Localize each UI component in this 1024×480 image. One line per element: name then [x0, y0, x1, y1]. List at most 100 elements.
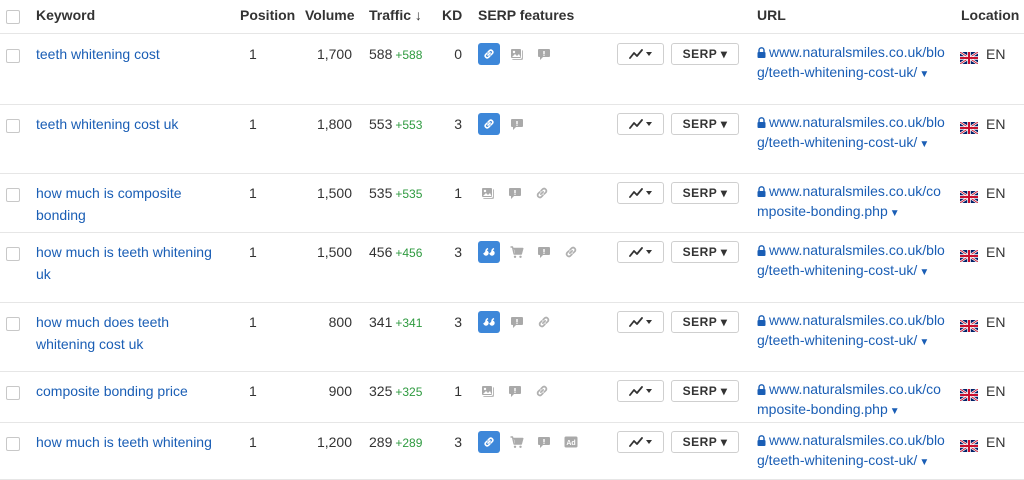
- location-label: EN: [986, 185, 1006, 201]
- col-position-header[interactable]: Position: [240, 7, 295, 23]
- position-value: 1: [249, 46, 257, 62]
- col-keyword-header[interactable]: Keyword: [36, 7, 95, 23]
- caret-down-icon[interactable]: ▼: [919, 69, 929, 80]
- trend-chart-button[interactable]: [617, 113, 664, 135]
- shopping-icon[interactable]: [507, 242, 527, 262]
- location-label: EN: [986, 383, 1006, 399]
- shopping-icon[interactable]: [507, 432, 527, 452]
- row-checkbox[interactable]: [6, 119, 20, 133]
- row-checkbox[interactable]: [6, 188, 20, 202]
- kd-value: 3: [454, 434, 462, 450]
- col-serp-features-header[interactable]: SERP features: [478, 7, 574, 23]
- col-location-header[interactable]: Location: [961, 7, 1019, 23]
- serp-button[interactable]: SERP ▾: [671, 431, 739, 453]
- featured-snippet-icon[interactable]: [478, 311, 500, 333]
- caret-down-icon[interactable]: ▼: [919, 457, 929, 468]
- traffic-number: 553: [369, 116, 393, 132]
- image-pack-icon[interactable]: [507, 44, 527, 64]
- url-link[interactable]: www.naturalsmiles.co.uk/composite-bondin…: [757, 380, 947, 421]
- sitelinks-icon[interactable]: [478, 113, 500, 135]
- table-row: teeth whitening cost 1 1,700 588 +588 0 SERP ▾…: [0, 35, 1024, 105]
- trend-chart-button[interactable]: [617, 311, 664, 333]
- url-link[interactable]: www.naturalsmiles.co.uk/blog/teeth-white…: [757, 431, 947, 472]
- link-icon[interactable]: [532, 183, 552, 203]
- keyword-link[interactable]: composite bonding price: [36, 380, 226, 402]
- traffic-value: 588 +588: [369, 43, 422, 66]
- serp-features: [478, 43, 561, 65]
- table-row: teeth whitening cost uk 1 1,800 553 +553 3 SER…: [0, 105, 1024, 174]
- ad-icon[interactable]: Ad: [561, 432, 581, 452]
- caret-down-icon[interactable]: ▼: [919, 337, 929, 348]
- caret-down-icon[interactable]: ▼: [890, 208, 900, 219]
- table-row: composite bonding price 1 900 325 +325 1 SERP …: [0, 372, 1024, 423]
- url-link[interactable]: www.naturalsmiles.co.uk/blog/teeth-white…: [757, 43, 947, 84]
- people-also-ask-icon[interactable]: [505, 381, 525, 401]
- caret-down-icon[interactable]: ▼: [919, 267, 929, 278]
- serp-button[interactable]: SERP ▾: [671, 380, 739, 402]
- row-checkbox[interactable]: [6, 317, 20, 331]
- keyword-link[interactable]: how much is teeth whitening: [36, 431, 226, 453]
- traffic-value: 553 +553: [369, 113, 422, 136]
- keyword-link[interactable]: how much does teeth whitening cost uk: [36, 311, 226, 355]
- keyword-link[interactable]: how much is teeth whitening uk: [36, 241, 226, 285]
- volume-value: 1,800: [316, 116, 352, 132]
- location-label: EN: [986, 46, 1006, 62]
- url-link[interactable]: www.naturalsmiles.co.uk/composite-bondin…: [757, 182, 947, 223]
- row-checkbox[interactable]: [6, 437, 20, 451]
- image-pack-icon[interactable]: [478, 183, 498, 203]
- people-also-ask-icon[interactable]: [507, 114, 527, 134]
- kd-value: 3: [454, 244, 462, 260]
- url-link[interactable]: www.naturalsmiles.co.uk/blog/teeth-white…: [757, 241, 947, 282]
- trend-chart-button[interactable]: [617, 182, 664, 204]
- col-kd-header[interactable]: KD: [442, 7, 462, 23]
- lock-icon: [757, 242, 766, 261]
- row-checkbox[interactable]: [6, 247, 20, 261]
- serp-button[interactable]: SERP ▾: [671, 311, 739, 333]
- serp-features: Ad: [478, 431, 588, 453]
- volume-value: 1,500: [316, 244, 352, 260]
- row-checkbox[interactable]: [6, 49, 20, 63]
- keyword-link[interactable]: how much is composite bonding: [36, 182, 226, 226]
- people-also-ask-icon[interactable]: [534, 44, 554, 64]
- serp-features: [478, 113, 534, 135]
- serp-button[interactable]: SERP ▾: [671, 241, 739, 263]
- col-volume-header[interactable]: Volume: [305, 7, 355, 23]
- kd-value: 1: [454, 383, 462, 399]
- traffic-delta: +456: [395, 246, 423, 260]
- volume-value: 1,200: [316, 434, 352, 450]
- trend-chart-button[interactable]: [617, 43, 664, 65]
- featured-snippet-icon[interactable]: [478, 241, 500, 263]
- select-all-checkbox[interactable]: [6, 10, 20, 24]
- keyword-link[interactable]: teeth whitening cost: [36, 43, 226, 65]
- url-text: www.naturalsmiles.co.uk/blog/teeth-white…: [757, 114, 945, 150]
- people-also-ask-icon[interactable]: [505, 183, 525, 203]
- link-icon[interactable]: [561, 242, 581, 262]
- sitelinks-icon[interactable]: [478, 43, 500, 65]
- url-link[interactable]: www.naturalsmiles.co.uk/blog/teeth-white…: [757, 311, 947, 352]
- serp-button[interactable]: SERP ▾: [671, 43, 739, 65]
- lock-icon: [757, 44, 766, 63]
- people-also-ask-icon[interactable]: [534, 432, 554, 452]
- row-checkbox[interactable]: [6, 386, 20, 400]
- people-also-ask-icon[interactable]: [507, 312, 527, 332]
- col-traffic-header[interactable]: Traffic ↓: [369, 7, 422, 23]
- kd-value: 1: [454, 185, 462, 201]
- caret-down-icon[interactable]: ▼: [919, 139, 929, 150]
- url-text: www.naturalsmiles.co.uk/blog/teeth-white…: [757, 432, 945, 468]
- url-text: www.naturalsmiles.co.uk/composite-bondin…: [757, 183, 941, 219]
- url-link[interactable]: www.naturalsmiles.co.uk/blog/teeth-white…: [757, 113, 947, 154]
- image-pack-icon[interactable]: [478, 381, 498, 401]
- sitelinks-icon[interactable]: [478, 431, 500, 453]
- uk-flag-icon: [959, 48, 979, 65]
- serp-button[interactable]: SERP ▾: [671, 113, 739, 135]
- serp-button[interactable]: SERP ▾: [671, 182, 739, 204]
- col-url-header[interactable]: URL: [757, 7, 786, 23]
- keyword-link[interactable]: teeth whitening cost uk: [36, 113, 226, 135]
- trend-chart-button[interactable]: [617, 380, 664, 402]
- link-icon[interactable]: [532, 381, 552, 401]
- people-also-ask-icon[interactable]: [534, 242, 554, 262]
- caret-down-icon[interactable]: ▼: [890, 406, 900, 417]
- link-icon[interactable]: [534, 312, 554, 332]
- trend-chart-button[interactable]: [617, 431, 664, 453]
- trend-chart-button[interactable]: [617, 241, 664, 263]
